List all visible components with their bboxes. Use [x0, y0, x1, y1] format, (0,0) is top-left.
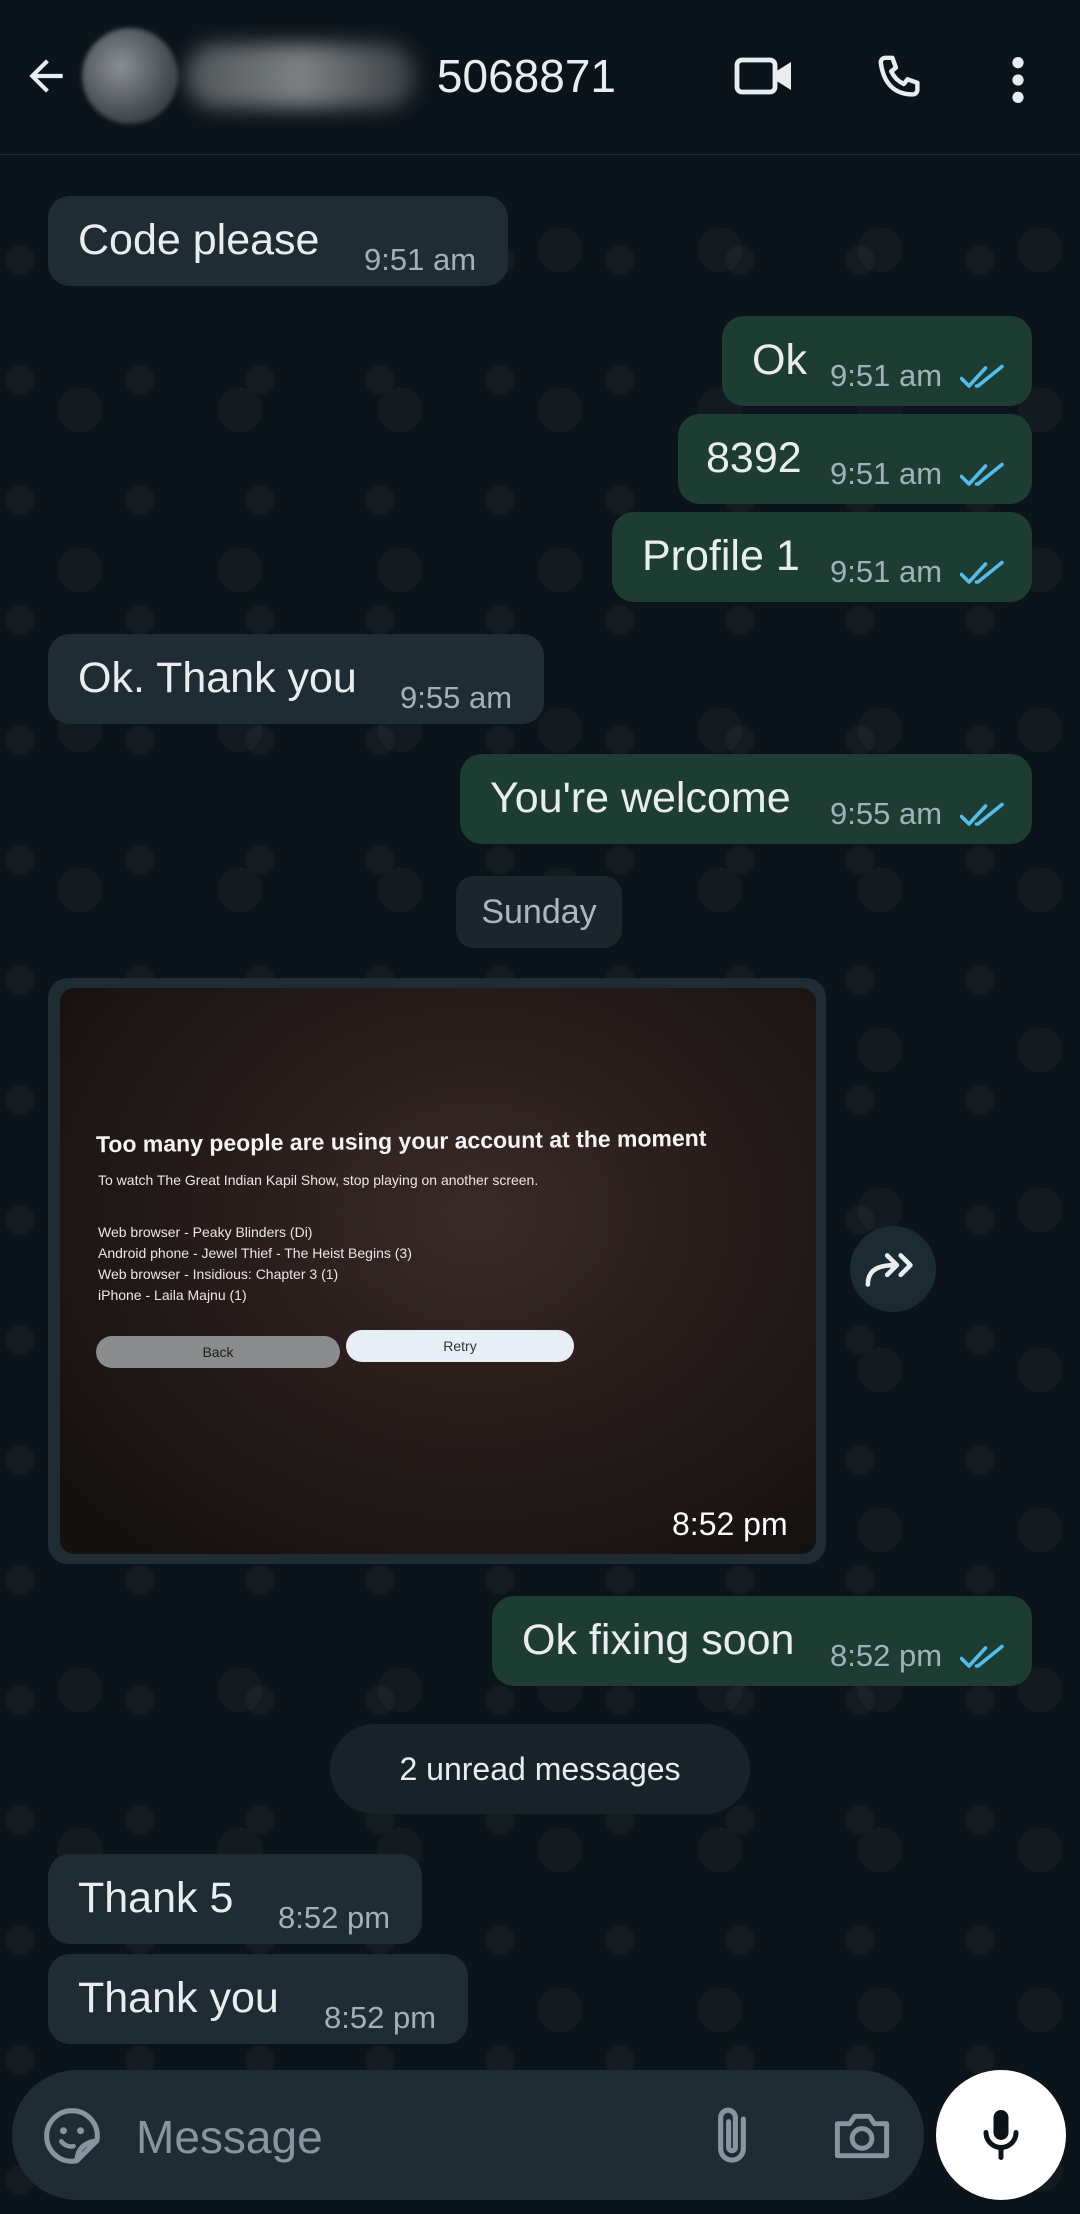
photo-device-line: Web browser - Insidious: Chapter 3 (1) [98, 1266, 339, 1282]
shared-photo[interactable]: Too many people are using your account a… [60, 988, 816, 1554]
image-message-time: 8:52 pm [672, 1506, 788, 1542]
message-bubble-outgoing[interactable]: You're welcome 9:55 am [460, 754, 1032, 844]
message-time: 8:52 pm [324, 2000, 437, 2035]
attach-paperclip-icon[interactable] [706, 2102, 758, 2170]
message-time: 9:55 am [830, 796, 943, 831]
voice-call-button[interactable] [862, 44, 934, 116]
message-text: Ok fixing soon [522, 1616, 795, 1664]
video-camera-icon [734, 57, 791, 95]
message-time: 9:55 am [400, 680, 513, 715]
message-time: 9:51 am [830, 456, 943, 491]
back-button[interactable] [14, 44, 78, 108]
voice-record-button[interactable] [936, 2070, 1066, 2200]
photo-back-button: Back [96, 1336, 340, 1368]
message-text: Thank 5 [78, 1874, 234, 1922]
more-options-button[interactable] [990, 44, 1046, 116]
photo-device-line: Android phone - Jewel Thief - The Heist … [98, 1245, 412, 1261]
message-time: 9:51 am [830, 358, 943, 393]
message-bubble-outgoing[interactable]: 8392 9:51 am [678, 414, 1032, 504]
video-call-button[interactable] [722, 44, 806, 108]
message-bubble-incoming[interactable]: Thank you 8:52 pm [48, 1954, 468, 2044]
read-ticks-icon [960, 802, 1004, 826]
microphone-icon [983, 2110, 1019, 2160]
date-separator: Sunday [456, 876, 622, 948]
unread-messages-divider: 2 unread messages [330, 1724, 750, 1814]
read-ticks-icon [960, 462, 1004, 486]
chat-header: 5068871 [0, 0, 1080, 155]
phone-icon [878, 55, 920, 97]
photo-device-line: iPhone - Laila Majnu (1) [98, 1287, 247, 1303]
photo-retry-button: Retry [346, 1330, 574, 1362]
sticker-emoji-icon[interactable] [40, 2104, 104, 2168]
message-text: Thank you [78, 1974, 279, 2022]
message-bubble-outgoing[interactable]: Ok fixing soon 8:52 pm [492, 1596, 1032, 1686]
message-time: 8:52 pm [830, 1638, 943, 1673]
more-vert-icon [1012, 57, 1024, 103]
camera-icon[interactable] [830, 2106, 894, 2166]
message-input[interactable] [134, 2100, 678, 2174]
photo-device-line: Web browser - Peaky Blinders (Di) [98, 1224, 313, 1240]
message-text: You're welcome [490, 774, 791, 822]
message-text: Ok. Thank you [78, 654, 357, 702]
contact-avatar[interactable] [82, 28, 178, 124]
forward-icon [865, 1253, 913, 1287]
read-ticks-icon [960, 560, 1004, 584]
back-arrow-icon [29, 59, 63, 93]
photo-title-text: Too many people are using your account a… [95, 1124, 707, 1158]
message-bubble-incoming[interactable]: Code please 9:51 am [48, 196, 508, 286]
read-ticks-icon [960, 1644, 1004, 1668]
redacted-name-blur [186, 44, 416, 108]
message-text: 8392 [706, 434, 802, 482]
message-bubble-outgoing[interactable]: Ok 9:51 am [722, 316, 1032, 406]
message-time: 9:51 am [830, 554, 943, 589]
photo-subtitle-text: To watch The Great Indian Kapil Show, st… [98, 1172, 539, 1188]
message-text: Ok [752, 336, 807, 384]
message-text: Profile 1 [642, 532, 800, 580]
read-ticks-icon [960, 364, 1004, 388]
message-time: 8:52 pm [278, 1900, 391, 1935]
message-time: 9:51 am [364, 242, 477, 277]
message-bubble-outgoing[interactable]: Profile 1 9:51 am [612, 512, 1032, 602]
message-bubble-incoming[interactable]: Thank 5 8:52 pm [48, 1854, 422, 1944]
forward-button[interactable] [850, 1226, 936, 1312]
message-bubble-incoming[interactable]: Ok. Thank you 9:55 am [48, 634, 544, 724]
message-text: Code please [78, 216, 320, 264]
